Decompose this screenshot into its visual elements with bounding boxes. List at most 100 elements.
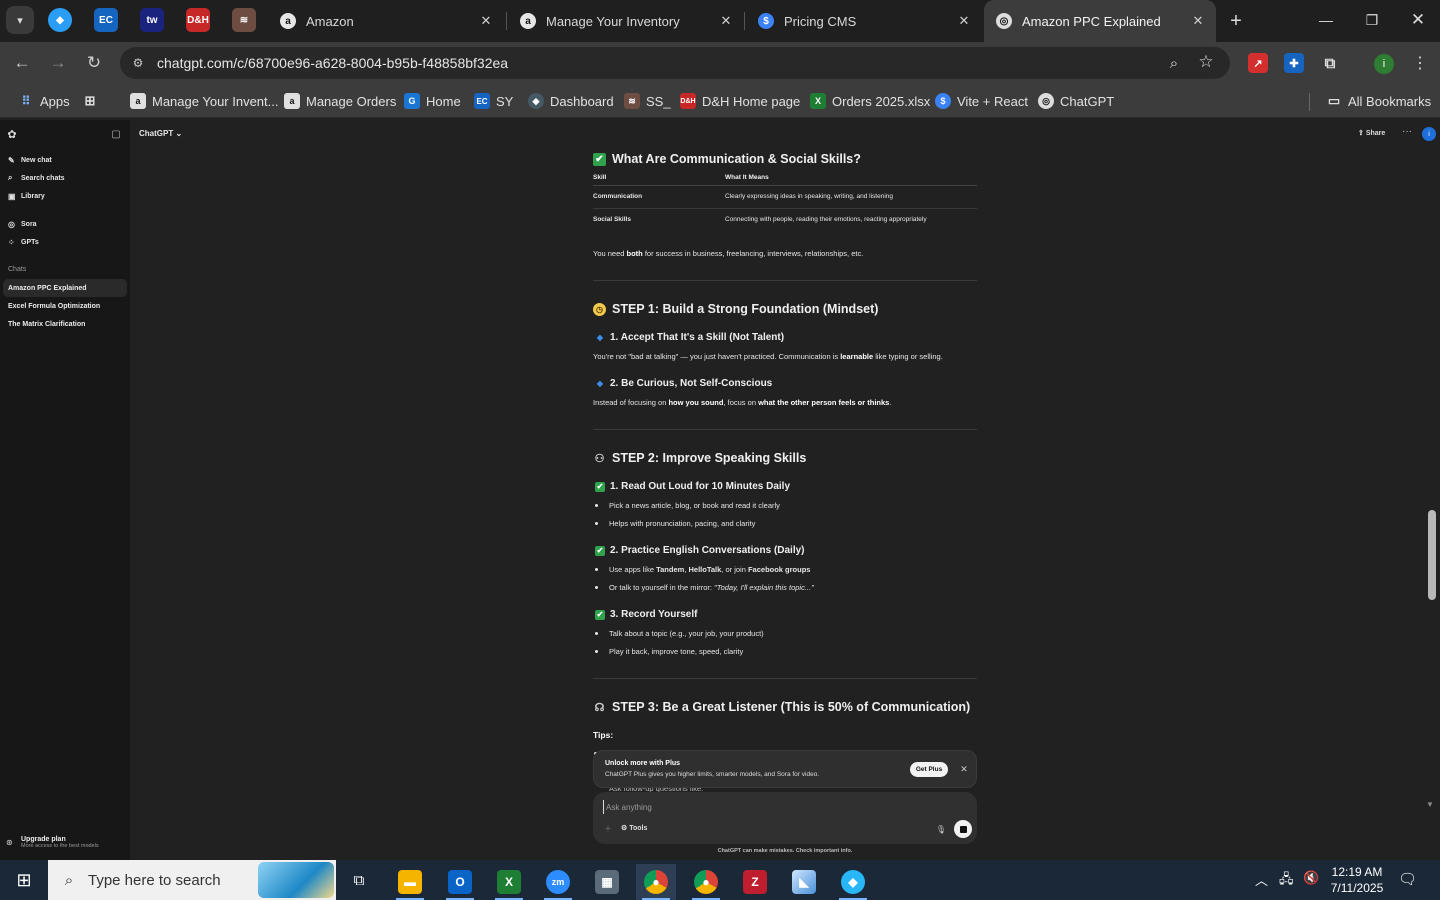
window-close-icon[interactable]: ✕ — [1400, 6, 1436, 34]
get-plus-button[interactable]: Get Plus — [910, 762, 948, 777]
taskbar-excel[interactable]: X — [489, 864, 529, 900]
bookmark-dashboard[interactable]: ◆ Dashboard — [528, 91, 614, 111]
paragraph: You're not "bad at talking" — you just h… — [593, 352, 943, 361]
close-icon[interactable]: ✕ — [1190, 13, 1206, 29]
forward-arrow-icon[interactable]: → — [45, 50, 71, 76]
taskbar-file-explorer[interactable]: ▬ — [390, 864, 430, 900]
chat-item-matrix[interactable]: The Matrix Clarification — [3, 315, 127, 333]
tab-pricing-cms[interactable]: $ Pricing CMS ✕ — [746, 0, 982, 42]
stop-button[interactable] — [954, 820, 972, 838]
taskbar-chrome[interactable]: ● — [686, 864, 726, 900]
profile-avatar[interactable]: i — [1374, 54, 1394, 74]
extension-puzzle-blue-icon[interactable]: ✚ — [1284, 53, 1304, 73]
scroll-down-arrow-icon[interactable]: ▼ — [1426, 800, 1434, 809]
bookmark-manage-inventory[interactable]: a Manage Your Invent... — [130, 91, 278, 111]
system-clock[interactable]: 12:19 AM 7/11/2025 — [1326, 864, 1388, 896]
chat-item-excel-formula[interactable]: Excel Formula Optimization — [3, 297, 127, 315]
tab-groups-icon: ⊞ — [84, 93, 96, 108]
taskbar-app-diamond[interactable]: ◆ — [833, 864, 873, 900]
bookmark-ss[interactable]: ≋ SS_ — [624, 91, 671, 111]
taskbar-zoom[interactable]: zm — [538, 864, 578, 900]
back-arrow-icon[interactable]: ← — [9, 50, 35, 76]
taskbar-search[interactable]: ⌕ Type here to search — [48, 860, 336, 900]
tray-chevron-up-icon[interactable]: ︿ — [1255, 870, 1268, 889]
bookmark-manage-orders[interactable]: a Manage Orders — [284, 91, 396, 111]
extension-arrow-icon[interactable]: ↗ — [1248, 53, 1268, 73]
sidebar-item-label: Sora — [21, 220, 37, 228]
tab-separator — [744, 12, 745, 30]
text: , focus on — [723, 398, 759, 407]
sidebar-search-chats[interactable]: ⌕ Search chats — [8, 171, 65, 185]
bookmark-chatgpt[interactable]: ◎ ChatGPT — [1038, 91, 1114, 111]
all-bookmarks[interactable]: ▭ All Bookmarks — [1326, 91, 1431, 111]
sidebar-item-label: Search chats — [21, 174, 65, 182]
tab-manage-inventory[interactable]: a Manage Your Inventory ✕ — [508, 0, 744, 42]
sidebar-gpts[interactable]: ⁘ GPTs — [8, 235, 39, 249]
bookmark-sy[interactable]: EC SY — [474, 91, 513, 111]
taskbar-chrome-active[interactable]: ● — [636, 864, 676, 900]
clock-icon: ◷ — [593, 302, 606, 316]
tools-button[interactable]: ⚙ Tools — [621, 824, 647, 832]
sidebar-toggle-icon[interactable]: ▢ — [110, 128, 122, 140]
tab-title: Amazon — [306, 13, 354, 29]
plus-icon[interactable]: + — [602, 823, 614, 835]
address-bar[interactable]: ⚙ chatgpt.com/c/68700e96-a628-8004-b95b-… — [120, 47, 1230, 79]
taskbar-filezilla[interactable]: Z — [735, 864, 775, 900]
microphone-icon[interactable]: 🎙 — [935, 823, 947, 835]
reload-icon[interactable]: ↻ — [81, 50, 107, 76]
pinned-tab-diamond-icon[interactable]: ◆ — [48, 8, 72, 32]
bold-text: Facebook groups — [747, 565, 811, 574]
notification-icon[interactable]: 🗨 — [1398, 870, 1417, 888]
sidebar-sora[interactable]: ◎ Sora — [8, 217, 37, 231]
pinned-tab-tw-icon[interactable]: tw — [140, 8, 164, 32]
tab-amazon-ppc-explained[interactable]: ◎ Amazon PPC Explained ✕ — [984, 0, 1216, 42]
chat-main: ChatGPT ⌄ ⇪ Share ··· i ▼ ✔ What Are Com… — [130, 120, 1440, 860]
close-icon[interactable]: ✕ — [718, 13, 734, 29]
scrollbar-thumb[interactable] — [1428, 510, 1436, 600]
site-info-icon[interactable]: ⚙ — [130, 55, 146, 71]
bookmark-dh-home[interactable]: D&H D&H Home page — [680, 91, 800, 111]
task-view-icon[interactable]: ⧉ — [348, 870, 370, 890]
bookmark-star-icon[interactable]: ☆ — [1196, 52, 1216, 72]
network-icon[interactable]: 🖧 — [1279, 870, 1294, 892]
windows-start-icon[interactable]: ⊞ — [0, 860, 48, 900]
bookmark-vite-react[interactable]: $ Vite + React — [935, 91, 1028, 111]
taskbar-calculator[interactable]: ▦ — [587, 864, 627, 900]
pinned-tab-ec-icon[interactable]: EC — [94, 8, 118, 32]
pinned-tab-dh-icon[interactable]: D&H — [186, 8, 210, 32]
bookmark-tab-groups[interactable]: ⊞ — [82, 91, 104, 111]
pinned-tab-stack-icon[interactable]: ≋ — [232, 8, 256, 32]
new-tab-plus-icon[interactable]: + — [1224, 9, 1248, 33]
ask-input[interactable] — [603, 800, 903, 814]
zoom-icon[interactable]: ⌕ — [1164, 53, 1184, 73]
restore-icon[interactable]: ❐ — [1354, 6, 1390, 34]
extensions-puzzle-icon[interactable]: ⧉ — [1320, 53, 1340, 73]
dollar-icon: $ — [935, 93, 951, 109]
close-icon[interactable]: ✕ — [478, 13, 494, 29]
upgrade-icon: ⊛ — [6, 838, 13, 847]
bookmark-orders-xlsx[interactable]: X Orders 2025.xlsx — [810, 91, 930, 111]
chat-item-amazon-ppc[interactable]: Amazon PPC Explained — [3, 279, 127, 297]
subheading-text: 2. Be Curious, Not Self-Conscious — [610, 378, 773, 389]
bookmark-home[interactable]: G Home — [404, 91, 461, 111]
url-text[interactable]: chatgpt.com/c/68700e96-a628-8004-b95b-f4… — [157, 55, 508, 71]
upgrade-plan-button[interactable]: ⊛ Upgrade plan More access to the best m… — [6, 836, 99, 849]
sidebar-library[interactable]: ▣ Library — [8, 189, 45, 203]
taskbar-outlook[interactable]: O — [440, 864, 480, 900]
minimize-icon[interactable]: — — [1308, 6, 1344, 34]
model-picker[interactable]: ChatGPT ⌄ — [139, 129, 182, 138]
taskbar-app-blue[interactable]: ◣ — [784, 864, 824, 900]
close-icon[interactable]: ✕ — [956, 13, 972, 29]
user-avatar[interactable]: i — [1422, 127, 1436, 141]
tab-search-chevron-icon[interactable]: ▾ — [6, 6, 34, 34]
sidebar-new-chat[interactable]: ✎ New chat — [8, 153, 52, 167]
bookmark-apps[interactable]: ⠿ Apps — [18, 91, 70, 111]
volume-muted-icon[interactable]: 🔇 — [1303, 870, 1319, 886]
kebab-menu-icon[interactable]: ⋮ — [1410, 52, 1430, 74]
heading-text: STEP 2: Improve Speaking Skills — [612, 451, 807, 465]
tab-amazon[interactable]: a Amazon ✕ — [268, 0, 504, 42]
close-icon[interactable]: ✕ — [958, 762, 970, 777]
share-button[interactable]: ⇪ Share — [1358, 129, 1385, 137]
more-options-icon[interactable]: ··· — [1402, 126, 1412, 137]
chatgpt-logo-icon[interactable]: ✿ — [6, 128, 18, 141]
